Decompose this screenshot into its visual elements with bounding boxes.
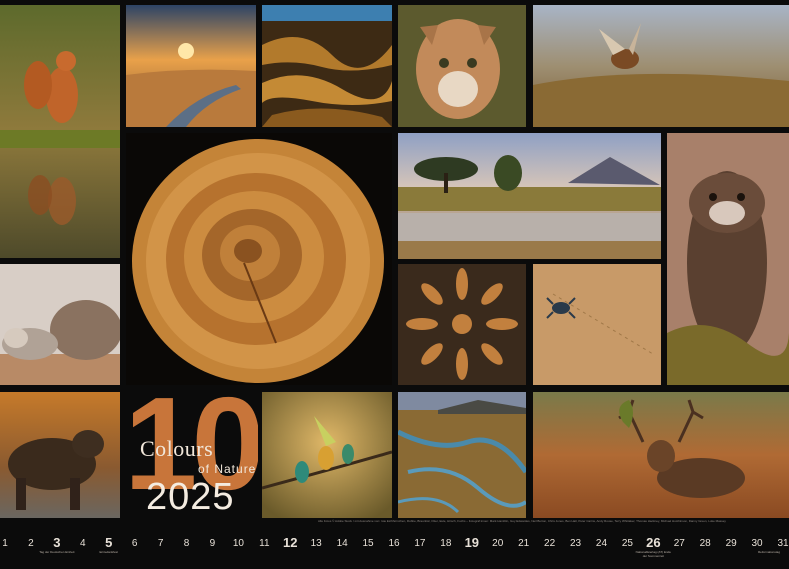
day-6: 6 (131, 538, 138, 549)
photo-tree-rings (126, 133, 392, 385)
day-2: 2 (28, 538, 34, 549)
photo-cougar (398, 5, 526, 127)
photo-sunset-estuary (126, 5, 256, 127)
photo-bee-eaters (262, 392, 392, 518)
calendar-year: 2025 (146, 476, 235, 518)
title-colours: Colours (140, 436, 214, 461)
photo-red-squirrel (0, 5, 120, 258)
photo-red-deer (533, 392, 789, 518)
day-31: 31 (777, 538, 789, 549)
day-7: 7 (157, 538, 164, 549)
day-29: 29 (725, 538, 737, 549)
day-18: 18 (440, 538, 452, 549)
day-22: 22 (544, 538, 556, 549)
day-25: 25 (621, 538, 633, 549)
day-28: 28 (699, 538, 711, 549)
day-3: 3 (53, 535, 61, 550)
day-4: 4 (80, 538, 86, 549)
day-16: 16 (388, 538, 400, 549)
photo-flying-grouse (533, 5, 789, 127)
day-20: 20 (492, 538, 504, 549)
photo-kelp (262, 5, 392, 127)
title-of-nature: of Nature (198, 462, 257, 476)
photo-brown-bear (0, 392, 120, 518)
day-14: 14 (336, 538, 348, 549)
day-21: 21 (518, 538, 530, 549)
day-5: 5 (105, 535, 113, 550)
photo-credits: Alle Fotos © Adobe Stock / mit Ausnahme … (318, 519, 726, 523)
day-26-note: Nationalfeiertag (AT) Ende der Sommerzei… (635, 550, 671, 558)
photo-river-delta (398, 392, 526, 518)
day-31-note: Reformationstag (757, 550, 780, 554)
day-3-note: Tag der Deutschen Einheit (39, 550, 75, 554)
day-13: 13 (310, 538, 322, 549)
day-5-note: Erntedankfest (99, 550, 118, 554)
day-1: 1 (2, 538, 8, 549)
calendar-title-block: 10 Colours of Nature 2025 (126, 392, 258, 520)
day-9: 9 (209, 538, 216, 549)
day-10: 10 (232, 538, 244, 549)
day-27: 27 (673, 538, 685, 549)
photo-otter (667, 133, 789, 385)
day-19: 19 (464, 535, 480, 550)
day-12: 12 (283, 535, 298, 550)
day-8: 8 (183, 538, 190, 549)
photo-lake-landscape (398, 133, 661, 259)
day-26: 26 (646, 535, 661, 550)
day-11: 11 (259, 538, 270, 549)
day-24: 24 (595, 538, 608, 549)
day-17: 17 (414, 538, 426, 549)
photo-turtle-sand (533, 264, 661, 385)
day-15: 15 (362, 538, 374, 549)
photo-sea-anemone (398, 264, 526, 385)
day-strip: 1 2 3 Tag der Deutschen Einheit 4 5 Erntedankf… (0, 532, 789, 569)
day-23: 23 (569, 538, 582, 549)
photo-seals (0, 264, 120, 385)
day-30: 30 (751, 538, 763, 549)
